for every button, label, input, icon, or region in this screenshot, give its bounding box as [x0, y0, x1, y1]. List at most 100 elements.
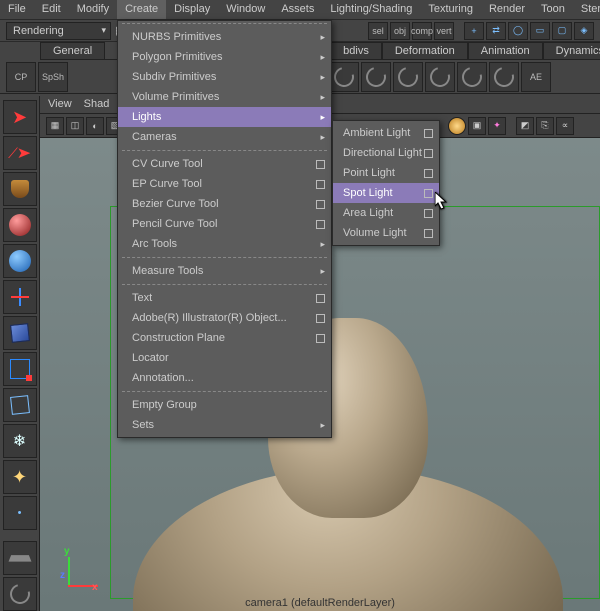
option-box-icon[interactable] — [424, 229, 433, 238]
create-polygon[interactable]: Polygon Primitives▸ — [118, 47, 331, 67]
menu-edit[interactable]: Edit — [34, 0, 69, 19]
option-box-icon[interactable] — [424, 169, 433, 178]
tool-snow[interactable]: ❄ — [3, 424, 37, 458]
tb-cube[interactable]: ◩ — [516, 117, 534, 135]
create-ai[interactable]: Adobe(R) Illustrator(R) Object... — [118, 308, 331, 328]
create-nurbs[interactable]: NURBS Primitives▸ — [118, 27, 331, 47]
swap-icon[interactable]: ⇄ — [486, 22, 506, 40]
tb-persp[interactable]: ▦ — [46, 117, 64, 135]
shelf-ae[interactable]: AE — [521, 62, 551, 92]
create-cv[interactable]: CV Curve Tool — [118, 154, 331, 174]
tab-general[interactable]: General — [40, 42, 105, 59]
tool-swirl[interactable] — [3, 577, 37, 611]
tb-ipr[interactable]: ▣ — [468, 117, 486, 135]
create-subdiv[interactable]: Subdiv Primitives▸ — [118, 67, 331, 87]
plus-icon[interactable]: + — [464, 22, 484, 40]
option-box-icon[interactable] — [424, 189, 433, 198]
obj-icon[interactable]: obj — [390, 22, 410, 40]
tool-paint[interactable] — [3, 172, 37, 206]
shelf-r5[interactable] — [457, 62, 487, 92]
comp-icon[interactable]: comp — [412, 22, 432, 40]
tool-lasso[interactable]: ⟋➤ — [3, 136, 37, 170]
tool-scale[interactable] — [3, 352, 37, 386]
light-point[interactable]: Point Light — [333, 163, 439, 183]
create-cameras[interactable]: Cameras▸ — [118, 127, 331, 147]
create-constr[interactable]: Construction Plane — [118, 328, 331, 348]
menu-create[interactable]: Create — [117, 0, 166, 19]
tool-star[interactable]: ✦ — [3, 460, 37, 494]
create-arc[interactable]: Arc Tools▸ — [118, 234, 331, 254]
menu-toon[interactable]: Toon — [533, 0, 573, 19]
shelf-r1[interactable] — [329, 62, 359, 92]
tool-wire[interactable] — [3, 388, 37, 422]
vert-icon[interactable]: vert — [434, 22, 454, 40]
create-empty[interactable]: Empty Group — [118, 395, 331, 415]
option-box-icon[interactable] — [424, 129, 433, 138]
tool-sphere[interactable] — [3, 244, 37, 278]
tool-move[interactable] — [3, 280, 37, 314]
tb-snap[interactable]: ✦ — [488, 117, 506, 135]
option-box-icon[interactable] — [316, 294, 325, 303]
panel-menu-shad[interactable]: Shad — [84, 98, 110, 111]
tb-shade[interactable]: ◐ — [86, 117, 104, 135]
tab-dynamics[interactable]: Dynamics — [543, 42, 600, 59]
light-spot[interactable]: Spot Light — [333, 183, 439, 203]
option-box-icon[interactable] — [316, 160, 325, 169]
create-volume[interactable]: Volume Primitives▸ — [118, 87, 331, 107]
create-measure[interactable]: Measure Tools▸ — [118, 261, 331, 281]
mode-selector[interactable]: Rendering — [6, 22, 111, 40]
light-volume[interactable]: Volume Light — [333, 223, 439, 243]
shelf-r6[interactable] — [489, 62, 519, 92]
menu-assets[interactable]: Assets — [273, 0, 322, 19]
shelf-cp[interactable]: CP — [6, 62, 36, 92]
create-text[interactable]: Text — [118, 288, 331, 308]
tb-share[interactable]: ∝ — [556, 117, 574, 135]
create-ep[interactable]: EP Curve Tool — [118, 174, 331, 194]
menu-texturing[interactable]: Texturing — [420, 0, 481, 19]
diamond-icon[interactable]: ◈ — [574, 22, 594, 40]
menu-window[interactable]: Window — [218, 0, 273, 19]
tool-cube[interactable] — [3, 316, 37, 350]
tab-animation[interactable]: Animation — [468, 42, 543, 59]
shelf-r4[interactable] — [425, 62, 455, 92]
menu-stereo[interactable]: Stereo — [573, 0, 600, 19]
option-box-icon[interactable] — [424, 209, 433, 218]
tb-render[interactable] — [448, 117, 466, 135]
tool-select[interactable]: ➤ — [3, 100, 37, 134]
shelf-spsh[interactable]: SpSh — [38, 62, 68, 92]
create-annotation[interactable]: Annotation... — [118, 368, 331, 388]
tool-smooth[interactable] — [3, 208, 37, 242]
option-box-icon[interactable] — [316, 314, 325, 323]
option-box-icon[interactable] — [424, 149, 433, 158]
tool-point[interactable]: • — [3, 496, 37, 530]
menu-lighting[interactable]: Lighting/Shading — [322, 0, 420, 19]
menu-file[interactable]: File — [0, 0, 34, 19]
create-locator[interactable]: Locator — [118, 348, 331, 368]
option-box-icon[interactable] — [316, 334, 325, 343]
option-box-icon[interactable] — [316, 180, 325, 189]
light-directional[interactable]: Directional Light — [333, 143, 439, 163]
tb-wire[interactable]: ◫ — [66, 117, 84, 135]
tb-link[interactable]: ⎘ — [536, 117, 554, 135]
tab-deformation[interactable]: Deformation — [382, 42, 468, 59]
light-area[interactable]: Area Light — [333, 203, 439, 223]
option-box-icon[interactable] — [316, 200, 325, 209]
light-ambient[interactable]: Ambient Light — [333, 123, 439, 143]
shelf-r2[interactable] — [361, 62, 391, 92]
create-bezier[interactable]: Bezier Curve Tool — [118, 194, 331, 214]
menu-display[interactable]: Display — [166, 0, 218, 19]
create-lights[interactable]: Lights▸ — [118, 107, 331, 127]
create-sets[interactable]: Sets▸ — [118, 415, 331, 435]
square-icon[interactable]: ▢ — [552, 22, 572, 40]
rect-icon[interactable]: ▭ — [530, 22, 550, 40]
tool-plane[interactable] — [3, 541, 37, 575]
shelf-r3[interactable] — [393, 62, 423, 92]
tab-subdivs[interactable]: bdivs — [330, 42, 382, 59]
menu-render[interactable]: Render — [481, 0, 533, 19]
option-box-icon[interactable] — [316, 220, 325, 229]
menu-modify[interactable]: Modify — [69, 0, 117, 19]
sel-icon[interactable]: sel — [368, 22, 388, 40]
panel-menu-view[interactable]: View — [48, 98, 72, 111]
circle-icon[interactable]: ◯ — [508, 22, 528, 40]
create-pencil[interactable]: Pencil Curve Tool — [118, 214, 331, 234]
